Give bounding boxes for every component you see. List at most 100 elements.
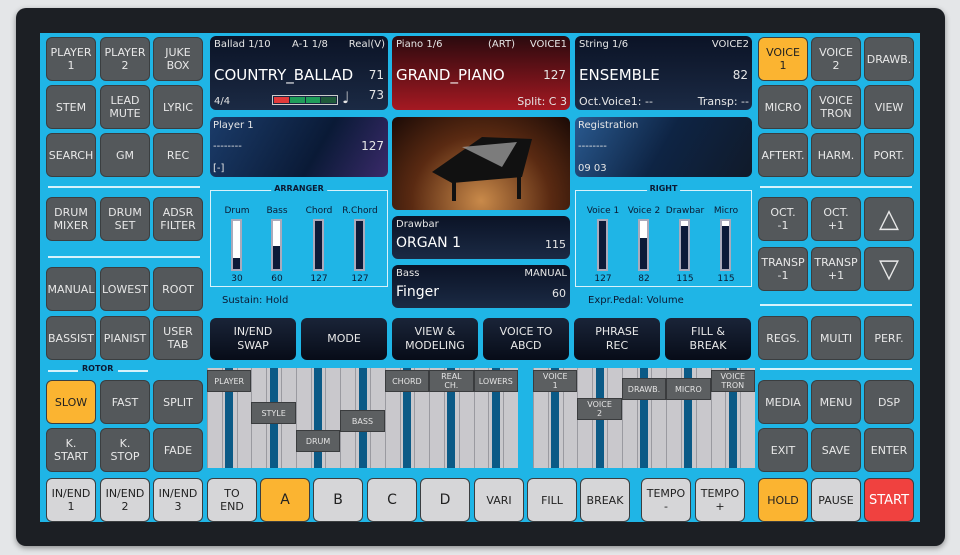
voice-to-abcd-button[interactable]: VOICE TO ABCD [483, 318, 569, 360]
exit-button[interactable]: EXIT [758, 428, 808, 472]
search-button[interactable]: SEARCH [46, 133, 96, 177]
sustain-status: Sustain: Hold [222, 295, 289, 306]
lowest-button[interactable]: LOWEST [100, 267, 150, 311]
real-ch-fader[interactable]: REAL CH. [429, 370, 474, 392]
bassist-button[interactable]: BASSIST [46, 316, 96, 360]
mode-button[interactable]: MODE [301, 318, 387, 360]
drum-set-button[interactable]: DRUM SET [100, 197, 150, 241]
drum-fader[interactable]: DRUM [295, 430, 341, 452]
player-value: 127 [361, 139, 384, 153]
regs-button[interactable]: REGS. [758, 316, 808, 360]
micro-fader[interactable]: MICRO [666, 378, 711, 400]
pianist-button[interactable]: PIANIST [100, 316, 150, 360]
drawb-fader[interactable]: DRAWB. [621, 378, 667, 400]
menu-button[interactable]: MENU [811, 380, 861, 424]
phrase-rec-button[interactable]: PHRASE REC [574, 318, 660, 360]
slow-button[interactable]: SLOW [46, 380, 96, 424]
lyric-button[interactable]: LYRIC [153, 85, 203, 129]
start-button[interactable]: START [864, 478, 914, 522]
voice1-panel[interactable]: Piano 1/6 (ART) VOICE1 GRAND_PIANO 127 S… [392, 36, 570, 110]
fade-button[interactable]: FADE [153, 428, 203, 472]
rec-button[interactable]: REC [153, 133, 203, 177]
quarter-note-icon: ♩ [342, 88, 350, 107]
pause-button[interactable]: PAUSE [811, 478, 861, 522]
voice-2-button[interactable]: VOICE 2 [811, 37, 861, 81]
drum-mixer-button[interactable]: DRUM MIXER [46, 197, 96, 241]
voice2-panel[interactable]: String 1/6 VOICE2 ENSEMBLE 82 Oct.Voice1… [575, 36, 752, 110]
transpose: Transp: -- [697, 95, 749, 108]
multi-button[interactable]: MULTI [811, 316, 861, 360]
style-fader[interactable]: STYLE [251, 402, 296, 424]
port-button[interactable]: PORT. [864, 133, 914, 177]
chord-fader[interactable]: CHORD [384, 370, 430, 392]
break-button[interactable]: BREAK [580, 478, 630, 522]
bass-fader[interactable]: BASS [340, 410, 385, 432]
style-panel[interactable]: Ballad 1/10 A-1 1/8 Real(V) COUNTRY_BALL… [210, 36, 388, 110]
voice-2-fader[interactable]: VOICE 2 [577, 398, 622, 420]
in-end-2-button[interactable]: IN/END 2 [100, 478, 150, 522]
voice-1-button[interactable]: VOICE 1 [758, 37, 808, 81]
voice-1-fader[interactable]: VOICE 1 [533, 370, 578, 392]
to-end-button[interactable]: TO END [207, 478, 257, 522]
hold-button[interactable]: HOLD [758, 478, 808, 522]
juke-box-button[interactable]: JUKE BOX [153, 37, 203, 81]
left-keyboard-mixer[interactable]: PLAYER STYLE DRUM BASS CHORD REAL CH. LOWERS [207, 368, 518, 468]
transp-1-button[interactable]: TRANSP +1 [811, 247, 861, 291]
fill-break-button[interactable]: FILL & BREAK [665, 318, 751, 360]
manual-button[interactable]: MANUAL [46, 267, 96, 311]
fast-button[interactable]: FAST [100, 380, 150, 424]
down-arrow-icon[interactable]: ▽ [864, 247, 914, 291]
gm-button[interactable]: GM [100, 133, 150, 177]
in-end-1-button[interactable]: IN/END 1 [46, 478, 96, 522]
view-modeling-button[interactable]: VIEW & MODELING [392, 318, 478, 360]
player-1-button[interactable]: PLAYER 1 [46, 37, 96, 81]
k-start-button[interactable]: K. START [46, 428, 96, 472]
time-signature: 4/4 [214, 96, 231, 107]
right-keyboard-mixer[interactable]: VOICE 1 VOICE 2 DRAWB. MICRO VOICE TRON [533, 368, 755, 468]
vari-button[interactable]: VARI [474, 478, 524, 522]
aftert-button[interactable]: AFTERT. [758, 133, 808, 177]
root-button[interactable]: ROOT [153, 267, 203, 311]
b-button[interactable]: B [313, 478, 363, 522]
lowers-fader[interactable]: LOWERS [473, 370, 518, 392]
user-tab-button[interactable]: USER TAB [153, 316, 203, 360]
voice2-name: ENSEMBLE [579, 66, 660, 84]
tempo-button[interactable]: TEMPO + [695, 478, 745, 522]
voice-tron-fader[interactable]: VOICE TRON [710, 370, 755, 392]
in-end-3-button[interactable]: IN/END 3 [153, 478, 203, 522]
perf-button[interactable]: PERF. [864, 316, 914, 360]
divider [760, 304, 912, 306]
transp-1-button[interactable]: TRANSP -1 [758, 247, 808, 291]
stem-button[interactable]: STEM [46, 85, 96, 129]
save-button[interactable]: SAVE [811, 428, 861, 472]
split-button[interactable]: SPLIT [153, 380, 203, 424]
k-stop-button[interactable]: K. STOP [100, 428, 150, 472]
player-fader[interactable]: PLAYER [207, 370, 252, 392]
drawbar-panel[interactable]: Drawbar ORGAN 1 115 [392, 216, 570, 259]
bass-panel[interactable]: Bass MANUAL Finger 60 [392, 265, 570, 308]
player-panel[interactable]: Player 1 -------- 127 [-] [210, 117, 388, 177]
lead-mute-button[interactable]: LEAD MUTE [100, 85, 150, 129]
harm-button[interactable]: HARM. [811, 133, 861, 177]
player-2-button[interactable]: PLAYER 2 [100, 37, 150, 81]
in-end-swap-button[interactable]: IN/END SWAP [210, 318, 296, 360]
enter-button[interactable]: ENTER [864, 428, 914, 472]
voice-tron-button[interactable]: VOICE TRON [811, 85, 861, 129]
white-key [295, 368, 297, 468]
tempo-button[interactable]: TEMPO - [641, 478, 691, 522]
oct-1-button[interactable]: OCT. -1 [758, 197, 808, 241]
view-button[interactable]: VIEW [864, 85, 914, 129]
drawb-button[interactable]: DRAWB. [864, 37, 914, 81]
up-arrow-icon[interactable]: △ [864, 197, 914, 241]
mixer-slider-track[interactable] [314, 368, 323, 468]
oct-1-button[interactable]: OCT. +1 [811, 197, 861, 241]
adsr-filter-button[interactable]: ADSR FILTER [153, 197, 203, 241]
fill-button[interactable]: FILL [527, 478, 577, 522]
d-button[interactable]: D [420, 478, 470, 522]
registration-panel[interactable]: Registration -------- 09 03 [575, 117, 752, 177]
dsp-button[interactable]: DSP [864, 380, 914, 424]
micro-button[interactable]: MICRO [758, 85, 808, 129]
a-button[interactable]: A [260, 478, 310, 522]
c-button[interactable]: C [367, 478, 417, 522]
media-button[interactable]: MEDIA [758, 380, 808, 424]
